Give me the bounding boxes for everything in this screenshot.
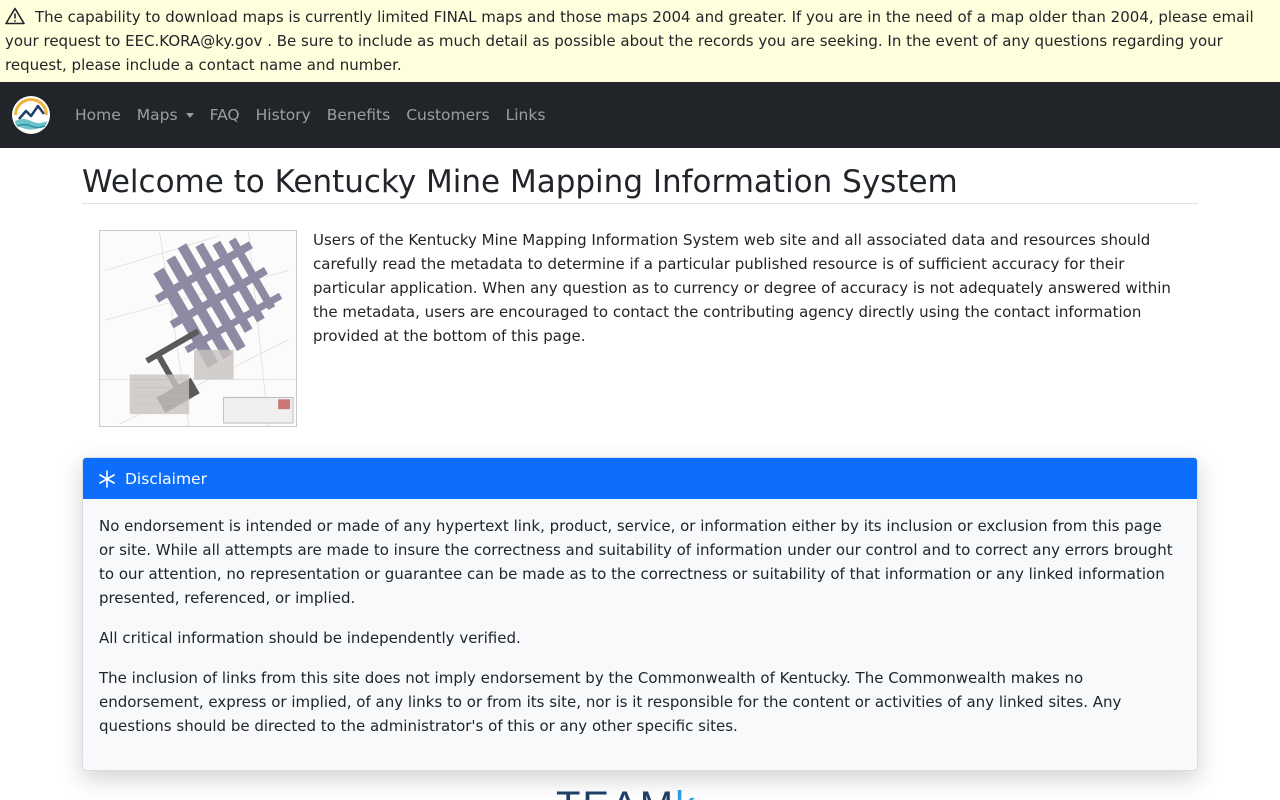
mine-map-thumbnail <box>99 230 297 427</box>
asterisk-icon <box>99 469 115 488</box>
alert-text: The capability to download maps is curre… <box>5 8 1254 74</box>
disclaimer-header: Disclaimer <box>83 458 1197 499</box>
kmmis-logo[interactable] <box>11 95 51 135</box>
nav-links[interactable]: Links <box>506 106 546 124</box>
footer-logo-accent: k <box>675 784 697 800</box>
warning-triangle-icon <box>5 7 25 25</box>
nav-customers[interactable]: Customers <box>406 106 489 124</box>
nav-home[interactable]: Home <box>75 106 121 124</box>
footer-logo-main: TEAM <box>556 784 675 800</box>
nav-maps-dropdown[interactable]: Maps <box>137 106 194 124</box>
main-content: Welcome to Kentucky Mine Mapping Informa… <box>82 148 1198 771</box>
disclaimer-paragraph: No endorsement is intended or made of an… <box>99 517 1173 607</box>
nav-maps-label: Maps <box>136 106 178 124</box>
nav-faq[interactable]: FAQ <box>210 106 240 124</box>
main-navbar: Home Maps FAQ History Benefits Customers… <box>0 82 1280 148</box>
intro-section: Users of the Kentucky Mine Mapping Infor… <box>82 204 1198 460</box>
teamkentucky-logo[interactable]: TEAMk <box>556 786 697 800</box>
intro-text: Users of the Kentucky Mine Mapping Infor… <box>313 231 1171 345</box>
page-title: Welcome to Kentucky Mine Mapping Informa… <box>82 148 1198 204</box>
disclaimer-body: No endorsement is intended or made of an… <box>83 499 1197 738</box>
nav-history[interactable]: History <box>256 106 311 124</box>
disclaimer-card: Disclaimer No endorsement is intended or… <box>82 457 1198 771</box>
disclaimer-title: Disclaimer <box>125 469 207 488</box>
nav-benefits[interactable]: Benefits <box>327 106 390 124</box>
caret-down-icon <box>185 112 194 118</box>
disclaimer-paragraph: The inclusion of links from this site do… <box>99 669 1122 735</box>
disclaimer-paragraph: All critical information should be indep… <box>99 629 521 647</box>
download-alert: The capability to download maps is curre… <box>0 0 1280 82</box>
